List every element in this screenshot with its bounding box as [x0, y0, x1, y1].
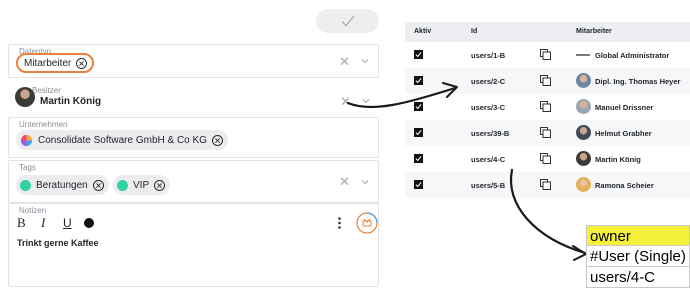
table-row[interactable]: users/2-C Dipl. Ing. Thomas Heyer — [405, 68, 690, 94]
tag-chip[interactable]: VIP — [113, 175, 171, 195]
tag-label: VIP — [133, 179, 150, 191]
notes-toolbar: B I U — [17, 212, 378, 234]
tag-label: Beratungen — [36, 179, 88, 191]
user-name: Ramona Scheier — [595, 181, 654, 190]
owner-field[interactable]: Besitzer Martin König ✕ — [8, 85, 379, 117]
table-row[interactable]: users/39-B Helmut Grabher — [405, 120, 690, 146]
annotation-box: owner #User (Single) users/4-C — [586, 225, 690, 288]
datatype-chip[interactable]: Mitarbeiter — [16, 53, 95, 73]
user-id: users/4-C — [471, 155, 506, 164]
annotation-field-value: users/4-C — [586, 267, 690, 288]
remove-chip-icon[interactable] — [154, 179, 166, 191]
datatype-value: Mitarbeiter — [24, 57, 72, 69]
user-id: users/1-B — [471, 51, 506, 60]
user-id: users/2-C — [471, 77, 506, 86]
underline-button[interactable]: U — [63, 216, 72, 230]
text-color-button[interactable] — [84, 218, 94, 228]
company-field[interactable]: Unternehmen Consolidate Software GmbH & … — [8, 117, 379, 158]
notes-text[interactable]: Trinkt gerne Kaffee — [17, 238, 99, 248]
clear-icon[interactable]: ✕ — [340, 95, 351, 108]
chevron-down-icon[interactable] — [360, 56, 370, 66]
table-row[interactable]: users/3-C Manuel Drissner — [405, 94, 690, 120]
annotation-field-name: owner — [586, 225, 690, 246]
active-checkbox[interactable] — [414, 102, 423, 111]
owner-avatar — [15, 87, 35, 107]
company-logo-icon — [20, 134, 33, 146]
avatar — [576, 125, 591, 140]
company-value: Consolidate Software GmbH & Co KG — [38, 134, 207, 146]
copy-icon[interactable] — [540, 179, 551, 190]
save-button[interactable] — [316, 9, 379, 33]
clear-icon[interactable]: ✕ — [339, 175, 350, 188]
datatype-field[interactable]: Datentyp Mitarbeiter ✕ — [8, 44, 379, 78]
remove-chip-icon[interactable] — [92, 179, 104, 191]
tag-color-dot — [20, 179, 31, 191]
copy-icon[interactable] — [540, 75, 551, 86]
annotation-field-type: #User (Single) — [586, 246, 690, 267]
more-options-icon[interactable] — [338, 217, 341, 229]
avatar — [576, 177, 591, 192]
table-row[interactable]: users/1-B Global Administrator — [405, 42, 690, 68]
copy-icon[interactable] — [540, 101, 551, 112]
active-checkbox[interactable] — [414, 154, 423, 163]
company-chip[interactable]: Consolidate Software GmbH & Co KG — [16, 130, 228, 150]
user-name: Helmut Grabher — [595, 129, 652, 138]
user-id: users/3-C — [471, 103, 506, 112]
notes-field[interactable]: Notizen B I U Trinkt gerne Kaffee — [8, 203, 379, 287]
tag-color-dot — [117, 179, 128, 191]
active-checkbox[interactable] — [414, 180, 423, 189]
avatar — [576, 99, 591, 114]
remove-chip-icon[interactable] — [211, 134, 223, 146]
chevron-down-icon[interactable] — [360, 177, 370, 187]
company-label: Unternehmen — [19, 120, 68, 129]
table-row[interactable]: users/5-B Ramona Scheier — [405, 172, 690, 198]
header-employee[interactable]: Mitarbeiter — [576, 28, 612, 35]
header-active[interactable]: Aktiv — [414, 28, 431, 35]
owner-value: Martin König — [40, 96, 102, 107]
table-row[interactable]: users/4-C Martin König — [405, 146, 690, 172]
remove-chip-icon[interactable] — [76, 57, 88, 69]
table-header: Aktiv Id Mitarbeiter — [405, 22, 690, 42]
user-name: Martin König — [595, 155, 641, 164]
user-id: users/39-B — [471, 129, 510, 138]
copy-icon[interactable] — [540, 127, 551, 138]
header-id[interactable]: Id — [471, 28, 477, 35]
checkmark-icon — [341, 15, 354, 27]
tag-chip[interactable]: Beratungen — [16, 175, 109, 195]
clear-icon[interactable]: ✕ — [339, 55, 350, 68]
user-name: Global Administrator — [595, 51, 670, 60]
avatar — [576, 151, 591, 166]
user-id: users/5-B — [471, 181, 506, 190]
active-checkbox[interactable] — [414, 50, 423, 59]
user-name: Dipl. Ing. Thomas Heyer — [595, 77, 681, 86]
user-name: Manuel Drissner — [595, 103, 654, 112]
copy-icon[interactable] — [540, 153, 551, 164]
tags-label: Tags — [19, 163, 36, 172]
tags-field[interactable]: Tags Beratungen VIP ✕ — [8, 160, 379, 203]
italic-button[interactable]: I — [41, 215, 45, 231]
avatar — [576, 47, 591, 62]
avatar — [576, 73, 591, 88]
active-checkbox[interactable] — [414, 76, 423, 85]
chevron-down-icon[interactable] — [361, 96, 371, 106]
copy-icon[interactable] — [540, 49, 551, 60]
bold-button[interactable]: B — [17, 215, 26, 231]
owner-label: Besitzer — [32, 86, 61, 95]
active-checkbox[interactable] — [414, 128, 423, 137]
ai-assistant-icon[interactable] — [356, 212, 378, 237]
